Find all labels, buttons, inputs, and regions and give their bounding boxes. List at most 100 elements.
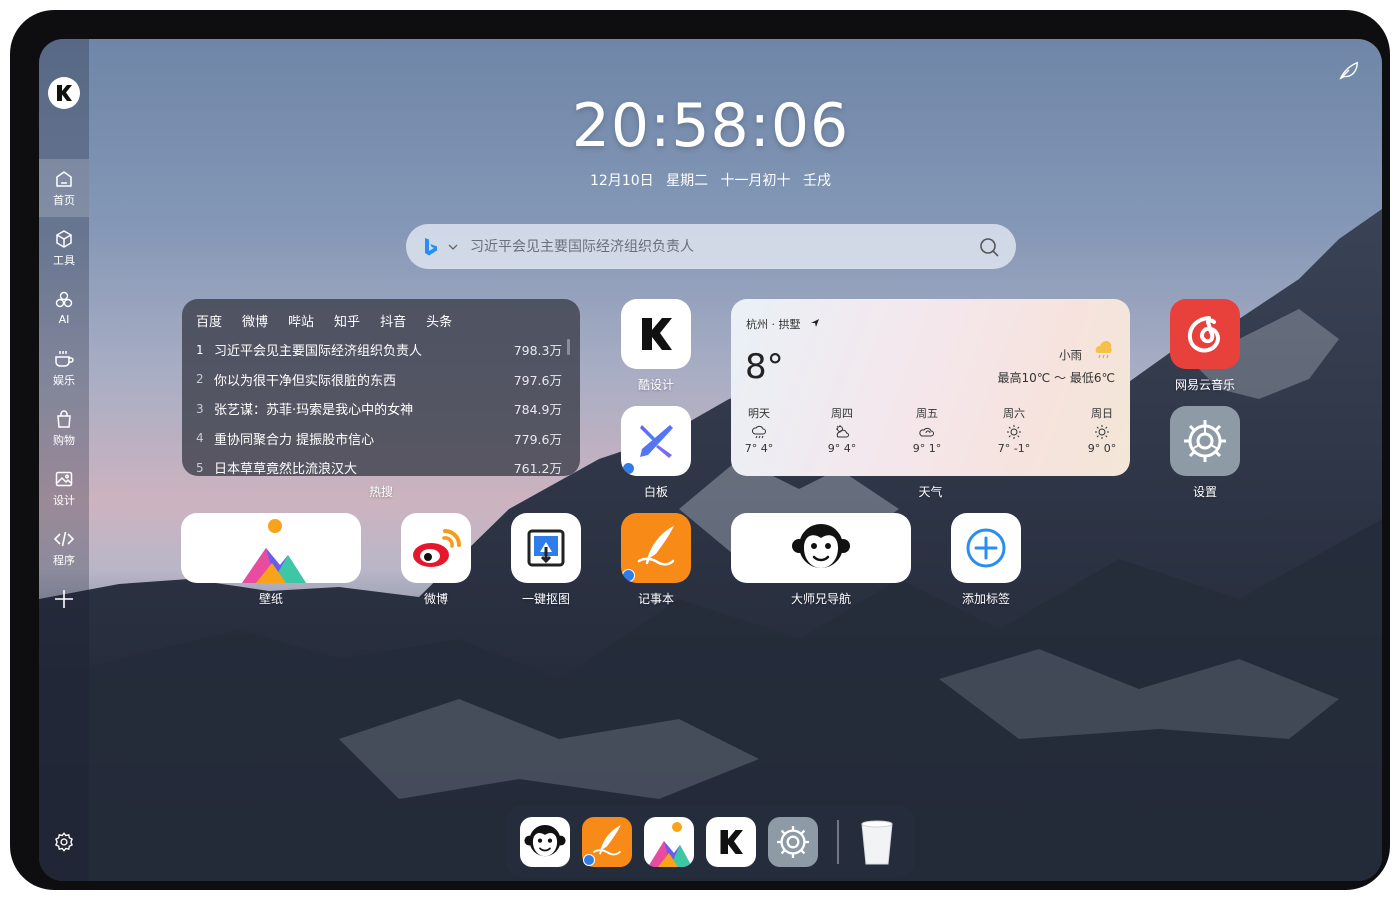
rank: 3 [196, 401, 204, 416]
link-badge [583, 854, 595, 866]
device-frame: 首页 工具 AI 娱乐 购物 设计 程序 20:58:06 12月10日 星期二… [10, 10, 1390, 890]
forecast-day-label: 明天 [748, 407, 770, 420]
link-badge [622, 569, 635, 582]
sidebar-item-design[interactable]: 设计 [39, 459, 89, 517]
cube-icon [56, 229, 72, 248]
cloudy-icon [919, 427, 934, 437]
bing-icon[interactable] [422, 237, 440, 257]
chevron-down-icon[interactable] [448, 242, 458, 252]
k-logo-icon [642, 318, 672, 350]
cutout-app[interactable] [511, 513, 581, 583]
hot-value: 761.2万 [513, 461, 562, 476]
sidebar-item-entertainment[interactable]: 娱乐 [39, 339, 89, 397]
scrollbar[interactable] [567, 339, 570, 355]
ai-icon [55, 291, 73, 308]
dock-settings[interactable] [768, 817, 818, 867]
whiteboard-label: 白板 [643, 485, 668, 499]
settings-app[interactable] [1170, 406, 1240, 476]
dock-notepad[interactable] [582, 817, 632, 867]
wallpaper-app[interactable] [181, 513, 361, 583]
partly-cloudy-icon [836, 425, 849, 438]
list-item[interactable]: 3 张艺谋：苏菲·玛索是我心中的女神 784.9万 [182, 394, 580, 424]
tab-douyin[interactable]: 抖音 [380, 311, 406, 330]
dock-kushe[interactable] [706, 817, 756, 867]
sidebar-item-label: 娱乐 [53, 373, 75, 387]
forecast-day-label: 周四 [831, 407, 853, 420]
settings-label: 设置 [1192, 485, 1217, 499]
hot-tabs: 百度 微博 哔站 知乎 抖音 头条 [182, 299, 580, 330]
forecast-temp: 9° 1° [912, 442, 942, 455]
leaf-icon[interactable] [1338, 59, 1360, 81]
date-weekday: 星期二 [666, 173, 709, 189]
hot-title: 你以为很干净但实际很脏的东西 [214, 373, 397, 389]
forecast-temp: 9° 0° [1087, 442, 1117, 455]
search-bar [406, 224, 1016, 269]
whiteboard-app[interactable] [621, 406, 691, 476]
date-lunar: 十一月初十 [720, 173, 791, 189]
add-circle-icon [966, 528, 1006, 568]
tab-zhihu[interactable]: 知乎 [334, 311, 360, 330]
forecast-day-label: 周六 [1003, 407, 1025, 420]
gear-icon[interactable] [53, 831, 75, 853]
forecast-day: 周日 9° 0° [1077, 405, 1127, 455]
wallpaper-icon [648, 822, 692, 867]
add-tag-label: 添加标签 [961, 592, 1010, 606]
hot-title: 习近平会见主要国际经济组织负责人 [214, 344, 423, 360]
hot-title: 张艺谋：苏菲·玛索是我心中的女神 [214, 403, 414, 419]
code-icon [53, 531, 75, 546]
notepad-icon [637, 525, 675, 566]
forecast-day: 周六 7° -1° [989, 405, 1039, 455]
search-input[interactable] [468, 237, 978, 256]
kushe-app[interactable] [621, 299, 691, 369]
weather-city: 杭州 · 拱墅 [746, 316, 820, 332]
hot-value: 798.3万 [513, 343, 562, 359]
weather-widget[interactable]: 杭州 · 拱墅 8° 小雨 最高10℃ ～ 最低6℃ 明天 7° 4° 周四 9… [731, 299, 1130, 476]
sidebar-item-ai[interactable]: AI [39, 279, 89, 337]
list-item[interactable]: 4 重协同聚合力 提振股市信心 779.6万 [182, 424, 580, 454]
dock-dashixiong[interactable] [520, 817, 570, 867]
dashixiong-app[interactable] [731, 513, 911, 583]
dock [506, 805, 915, 877]
sidebar-item-tools[interactable]: 工具 [39, 219, 89, 277]
clock-time: 20:58:06 [571, 91, 850, 161]
notepad-app[interactable] [621, 513, 691, 583]
dock-separator [837, 820, 839, 864]
coffee-icon [55, 350, 74, 367]
dock-wallpaper[interactable] [644, 817, 694, 867]
list-item[interactable]: 2 你以为很干净但实际很脏的东西 797.6万 [182, 365, 580, 395]
sun-icon [1007, 425, 1021, 439]
hot-value: 779.6万 [513, 431, 562, 447]
tab-bilibili[interactable]: 哔站 [288, 311, 314, 330]
rain-cloud-icon [1095, 341, 1112, 359]
rain-icon [751, 425, 766, 439]
forecast-day: 周五 9° 1° [902, 405, 952, 455]
forecast-day: 明天 7° 4° [734, 405, 784, 455]
tab-baidu[interactable]: 百度 [196, 311, 222, 330]
tab-toutiao[interactable]: 头条 [426, 311, 452, 330]
weibo-icon [413, 529, 461, 567]
sidebar-item-shopping[interactable]: 购物 [39, 399, 89, 457]
image-icon [55, 471, 73, 486]
dock-trash[interactable] [852, 817, 902, 867]
search-icon[interactable] [978, 236, 1000, 258]
sidebar-item-code[interactable]: 程序 [39, 519, 89, 577]
netease-music-app[interactable] [1170, 299, 1240, 369]
list-item[interactable]: 1 习近平会见主要国际经济组织负责人 798.3万 [182, 335, 580, 365]
k-logo-icon [720, 830, 743, 854]
netease-music-icon [1187, 316, 1220, 353]
rank: 5 [196, 460, 204, 475]
add-category-icon[interactable] [52, 587, 76, 611]
tab-weibo[interactable]: 微博 [242, 311, 268, 330]
rank: 2 [196, 372, 204, 387]
sidebar-item-label: 设计 [53, 493, 75, 507]
weibo-app[interactable] [401, 513, 471, 583]
add-tag-button[interactable] [951, 513, 1021, 583]
forecast-day-label: 周五 [916, 407, 938, 420]
sidebar: 首页 工具 AI 娱乐 购物 设计 程序 [39, 39, 89, 881]
hot-title: 重协同聚合力 提振股市信心 [214, 432, 375, 448]
list-item[interactable]: 5 日本草草竟然比流浪汉大 761.2万 [182, 453, 580, 476]
cutout-label: 一键抠图 [521, 592, 570, 606]
forecast-temp: 9° 4° [827, 442, 857, 455]
forecast-temp: 7° -1° [997, 442, 1031, 455]
date-ganzhi: 壬戌 [803, 173, 831, 189]
